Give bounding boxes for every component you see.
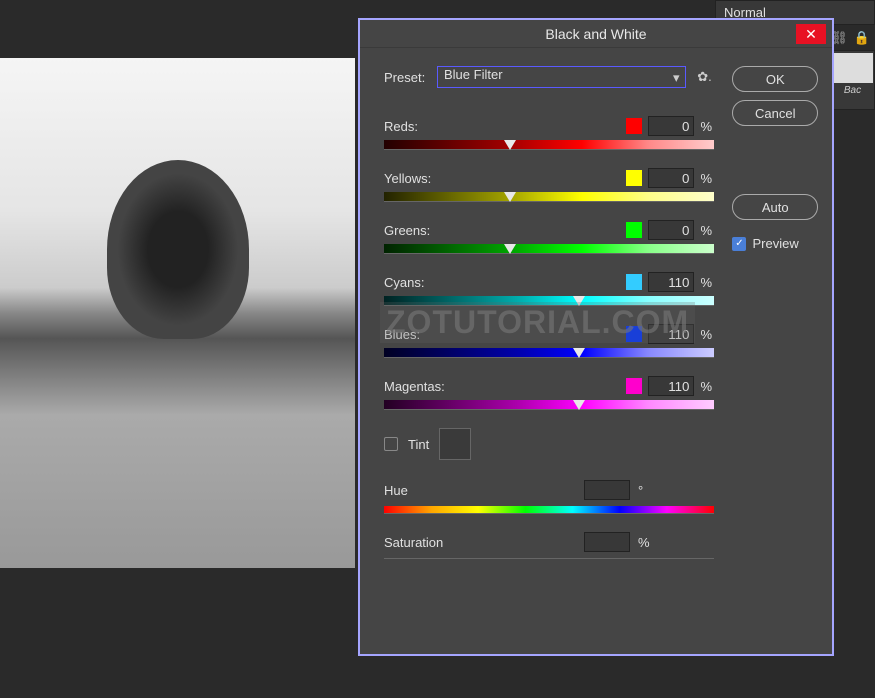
tint-swatch[interactable] (439, 428, 471, 460)
auto-button[interactable]: Auto (732, 194, 818, 220)
slider-thumb[interactable] (573, 296, 585, 306)
color-label: Cyans: (384, 275, 620, 290)
color-value-input[interactable] (648, 272, 694, 292)
color-slider[interactable] (384, 296, 714, 306)
preset-dropdown[interactable]: Blue Filter (437, 66, 686, 88)
color-slider[interactable] (384, 140, 714, 150)
percent-label: % (700, 327, 714, 342)
close-button[interactable]: ✕ (796, 24, 826, 44)
hue-unit: ° (638, 483, 652, 498)
tint-checkbox[interactable] (384, 437, 398, 451)
slider-thumb[interactable] (504, 244, 516, 254)
canvas[interactable] (0, 58, 355, 568)
panel-icons: ⛓ 🔒 (831, 30, 870, 46)
document-image (0, 58, 355, 568)
layer-name: Bac (831, 85, 874, 96)
preset-label: Preset: (384, 70, 429, 85)
color-swatch (626, 118, 642, 134)
hue-label: Hue (384, 483, 576, 498)
color-swatch (626, 170, 642, 186)
percent-label: % (700, 379, 714, 394)
color-swatch (626, 378, 642, 394)
layers-panel: Bac (830, 50, 875, 110)
color-slider[interactable] (384, 348, 714, 358)
preset-value: Blue Filter (444, 67, 503, 82)
color-value-input[interactable] (648, 324, 694, 344)
tint-label: Tint (408, 437, 429, 452)
lock-icon[interactable]: 🔒 (854, 30, 870, 46)
color-slider[interactable] (384, 192, 714, 202)
black-and-white-dialog: Black and White ✕ Preset: Blue Filter ✿.… (358, 18, 834, 656)
color-label: Yellows: (384, 171, 620, 186)
dialog-title: Black and White (545, 26, 646, 42)
color-label: Blues: (384, 327, 620, 342)
slider-thumb[interactable] (504, 140, 516, 150)
slider-thumb[interactable] (573, 400, 585, 410)
percent-label: % (700, 171, 714, 186)
color-swatch (626, 274, 642, 290)
preview-checkbox[interactable]: ✓ (732, 237, 746, 251)
preview-label: Preview (752, 236, 798, 251)
slider-thumb[interactable] (573, 348, 585, 358)
saturation-label: Saturation (384, 535, 576, 550)
color-slider[interactable] (384, 400, 714, 410)
layer-thumbnail[interactable] (833, 53, 873, 83)
color-value-input[interactable] (648, 116, 694, 136)
percent-label: % (700, 223, 714, 238)
close-icon: ✕ (805, 26, 817, 43)
slider-thumb[interactable] (504, 192, 516, 202)
gear-icon[interactable]: ✿. (694, 69, 714, 85)
saturation-unit: % (638, 535, 652, 550)
dialog-titlebar[interactable]: Black and White ✕ (360, 20, 832, 48)
saturation-input[interactable] (584, 532, 630, 552)
color-label: Reds: (384, 119, 620, 134)
color-value-input[interactable] (648, 220, 694, 240)
color-slider[interactable] (384, 244, 714, 254)
saturation-slider[interactable] (384, 558, 714, 559)
color-value-input[interactable] (648, 168, 694, 188)
color-label: Magentas: (384, 379, 620, 394)
cancel-button[interactable]: Cancel (732, 100, 818, 126)
percent-label: % (700, 275, 714, 290)
percent-label: % (700, 119, 714, 134)
color-swatch (626, 222, 642, 238)
color-value-input[interactable] (648, 376, 694, 396)
color-label: Greens: (384, 223, 620, 238)
ok-button[interactable]: OK (732, 66, 818, 92)
hue-input[interactable] (584, 480, 630, 500)
color-swatch (626, 326, 642, 342)
hue-slider[interactable] (384, 506, 714, 514)
